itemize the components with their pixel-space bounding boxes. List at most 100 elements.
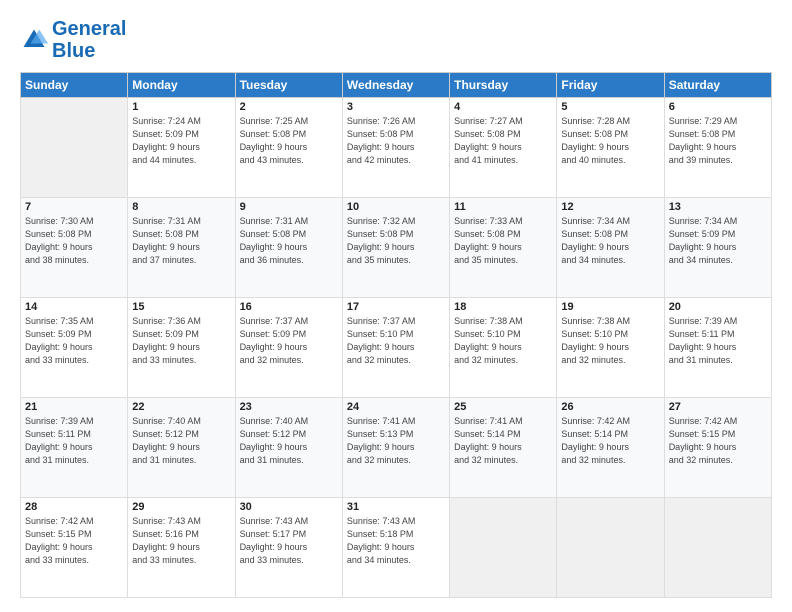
calendar-cell: 21 Sunrise: 7:39 AM Sunset: 5:11 PM Dayli…	[21, 398, 128, 498]
day-info: Sunrise: 7:35 AM Sunset: 5:09 PM Dayligh…	[25, 315, 123, 367]
day-info: Sunrise: 7:30 AM Sunset: 5:08 PM Dayligh…	[25, 215, 123, 267]
day-number: 28	[25, 501, 123, 513]
weekday-header: Saturday	[664, 73, 771, 98]
day-info: Sunrise: 7:28 AM Sunset: 5:08 PM Dayligh…	[561, 115, 659, 167]
calendar-week-row: 1 Sunrise: 7:24 AM Sunset: 5:09 PM Daylig…	[21, 98, 772, 198]
calendar-table: SundayMondayTuesdayWednesdayThursdayFrid…	[20, 72, 772, 598]
calendar-cell: 23Sunrise: 7:40 AM Sunset: 5:12 PM Dayli…	[235, 398, 342, 498]
day-number: 20	[669, 301, 767, 313]
day-info: Sunrise: 7:33 AM Sunset: 5:08 PM Dayligh…	[454, 215, 552, 267]
day-number: 13	[669, 201, 767, 213]
calendar-cell: 17Sunrise: 7:37 AM Sunset: 5:10 PM Dayli…	[342, 298, 449, 398]
weekday-header: Thursday	[450, 73, 557, 98]
calendar-week-row: 14 Sunrise: 7:35 AM Sunset: 5:09 PM Dayli…	[21, 298, 772, 398]
day-info: Sunrise: 7:31 AM Sunset: 5:08 PM Dayligh…	[240, 215, 338, 267]
day-number: 4	[454, 101, 552, 113]
day-info: Sunrise: 7:24 AM Sunset: 5:09 PM Dayligh…	[132, 115, 230, 167]
weekday-header: Wednesday	[342, 73, 449, 98]
day-info: Sunrise: 7:41 AM Sunset: 5:13 PM Dayligh…	[347, 415, 445, 467]
day-number: 31	[347, 501, 445, 513]
day-info: Sunrise: 7:43 AM Sunset: 5:16 PM Dayligh…	[132, 515, 230, 567]
day-info: Sunrise: 7:41 AM Sunset: 5:14 PM Dayligh…	[454, 415, 552, 467]
day-info: Sunrise: 7:31 AM Sunset: 5:08 PM Dayligh…	[132, 215, 230, 267]
day-number: 21	[25, 401, 123, 413]
page: General Blue SundayMondayTuesdayWednesda…	[0, 0, 792, 612]
day-info: Sunrise: 7:26 AM Sunset: 5:08 PM Dayligh…	[347, 115, 445, 167]
calendar-cell: 30 Sunrise: 7:43 AM Sunset: 5:17 PM Dayli…	[235, 498, 342, 598]
day-number: 29	[132, 501, 230, 513]
calendar-week-row: 7 Sunrise: 7:30 AM Sunset: 5:08 PM Daylig…	[21, 198, 772, 298]
day-number: 9	[240, 201, 338, 213]
calendar-cell: 26 Sunrise: 7:42 AM Sunset: 5:14 PM Dayli…	[557, 398, 664, 498]
calendar-cell	[450, 498, 557, 598]
calendar-cell: 31 Sunrise: 7:43 AM Sunset: 5:18 PM Dayli…	[342, 498, 449, 598]
day-info: Sunrise: 7:42 AM Sunset: 5:15 PM Dayligh…	[669, 415, 767, 467]
calendar-cell: 7 Sunrise: 7:30 AM Sunset: 5:08 PM Daylig…	[21, 198, 128, 298]
day-number: 11	[454, 201, 552, 213]
day-info: Sunrise: 7:36 AM Sunset: 5:09 PM Dayligh…	[132, 315, 230, 367]
day-number: 1	[132, 101, 230, 113]
calendar-cell: 20 Sunrise: 7:39 AM Sunset: 5:11 PM Dayli…	[664, 298, 771, 398]
day-info: Sunrise: 7:40 AM Sunset: 5:12 PM Dayligh…	[240, 415, 338, 467]
header: General Blue	[20, 18, 772, 62]
day-number: 15	[132, 301, 230, 313]
day-info: Sunrise: 7:37 AM Sunset: 5:09 PM Dayligh…	[240, 315, 338, 367]
calendar-cell: 19 Sunrise: 7:38 AM Sunset: 5:10 PM Dayli…	[557, 298, 664, 398]
day-number: 7	[25, 201, 123, 213]
day-number: 17	[347, 301, 445, 313]
day-number: 8	[132, 201, 230, 213]
calendar-cell: 29 Sunrise: 7:43 AM Sunset: 5:16 PM Dayli…	[128, 498, 235, 598]
weekday-header: Friday	[557, 73, 664, 98]
day-info: Sunrise: 7:34 AM Sunset: 5:08 PM Dayligh…	[561, 215, 659, 267]
calendar-cell: 5Sunrise: 7:28 AM Sunset: 5:08 PM Daylig…	[557, 98, 664, 198]
calendar-cell: 13 Sunrise: 7:34 AM Sunset: 5:09 PM Dayli…	[664, 198, 771, 298]
calendar-week-row: 28 Sunrise: 7:42 AM Sunset: 5:15 PM Dayli…	[21, 498, 772, 598]
day-info: Sunrise: 7:42 AM Sunset: 5:15 PM Dayligh…	[25, 515, 123, 567]
calendar-cell: 3 Sunrise: 7:26 AM Sunset: 5:08 PM Daylig…	[342, 98, 449, 198]
day-number: 14	[25, 301, 123, 313]
day-info: Sunrise: 7:39 AM Sunset: 5:11 PM Dayligh…	[669, 315, 767, 367]
day-info: Sunrise: 7:25 AM Sunset: 5:08 PM Dayligh…	[240, 115, 338, 167]
weekday-header: Sunday	[21, 73, 128, 98]
day-number: 30	[240, 501, 338, 513]
day-info: Sunrise: 7:34 AM Sunset: 5:09 PM Dayligh…	[669, 215, 767, 267]
calendar-cell: 27 Sunrise: 7:42 AM Sunset: 5:15 PM Dayli…	[664, 398, 771, 498]
calendar-cell: 6Sunrise: 7:29 AM Sunset: 5:08 PM Daylig…	[664, 98, 771, 198]
calendar-cell: 25 Sunrise: 7:41 AM Sunset: 5:14 PM Dayli…	[450, 398, 557, 498]
weekday-header: Monday	[128, 73, 235, 98]
calendar-cell: 4Sunrise: 7:27 AM Sunset: 5:08 PM Daylig…	[450, 98, 557, 198]
calendar-cell: 9 Sunrise: 7:31 AM Sunset: 5:08 PM Daylig…	[235, 198, 342, 298]
day-number: 27	[669, 401, 767, 413]
calendar-cell: 8 Sunrise: 7:31 AM Sunset: 5:08 PM Daylig…	[128, 198, 235, 298]
calendar-header-row: SundayMondayTuesdayWednesdayThursdayFrid…	[21, 73, 772, 98]
day-info: Sunrise: 7:42 AM Sunset: 5:14 PM Dayligh…	[561, 415, 659, 467]
calendar-cell: 15 Sunrise: 7:36 AM Sunset: 5:09 PM Dayli…	[128, 298, 235, 398]
logo-icon	[20, 26, 48, 54]
day-info: Sunrise: 7:39 AM Sunset: 5:11 PM Dayligh…	[25, 415, 123, 467]
calendar-cell	[21, 98, 128, 198]
day-number: 26	[561, 401, 659, 413]
calendar-cell: 24 Sunrise: 7:41 AM Sunset: 5:13 PM Dayli…	[342, 398, 449, 498]
day-info: Sunrise: 7:43 AM Sunset: 5:18 PM Dayligh…	[347, 515, 445, 567]
logo: General Blue	[20, 18, 126, 62]
day-number: 24	[347, 401, 445, 413]
weekday-header: Tuesday	[235, 73, 342, 98]
day-number: 12	[561, 201, 659, 213]
day-info: Sunrise: 7:38 AM Sunset: 5:10 PM Dayligh…	[454, 315, 552, 367]
calendar-cell	[557, 498, 664, 598]
day-number: 25	[454, 401, 552, 413]
day-info: Sunrise: 7:38 AM Sunset: 5:10 PM Dayligh…	[561, 315, 659, 367]
day-number: 3	[347, 101, 445, 113]
day-info: Sunrise: 7:32 AM Sunset: 5:08 PM Dayligh…	[347, 215, 445, 267]
calendar-cell: 22Sunrise: 7:40 AM Sunset: 5:12 PM Dayli…	[128, 398, 235, 498]
calendar-cell: 14 Sunrise: 7:35 AM Sunset: 5:09 PM Dayli…	[21, 298, 128, 398]
calendar-cell: 12 Sunrise: 7:34 AM Sunset: 5:08 PM Dayli…	[557, 198, 664, 298]
logo-text: General Blue	[52, 18, 126, 62]
calendar-cell: 10Sunrise: 7:32 AM Sunset: 5:08 PM Dayli…	[342, 198, 449, 298]
day-info: Sunrise: 7:43 AM Sunset: 5:17 PM Dayligh…	[240, 515, 338, 567]
calendar-cell: 16 Sunrise: 7:37 AM Sunset: 5:09 PM Dayli…	[235, 298, 342, 398]
day-number: 16	[240, 301, 338, 313]
day-number: 19	[561, 301, 659, 313]
calendar-cell: 2Sunrise: 7:25 AM Sunset: 5:08 PM Daylig…	[235, 98, 342, 198]
calendar-cell: 1 Sunrise: 7:24 AM Sunset: 5:09 PM Daylig…	[128, 98, 235, 198]
